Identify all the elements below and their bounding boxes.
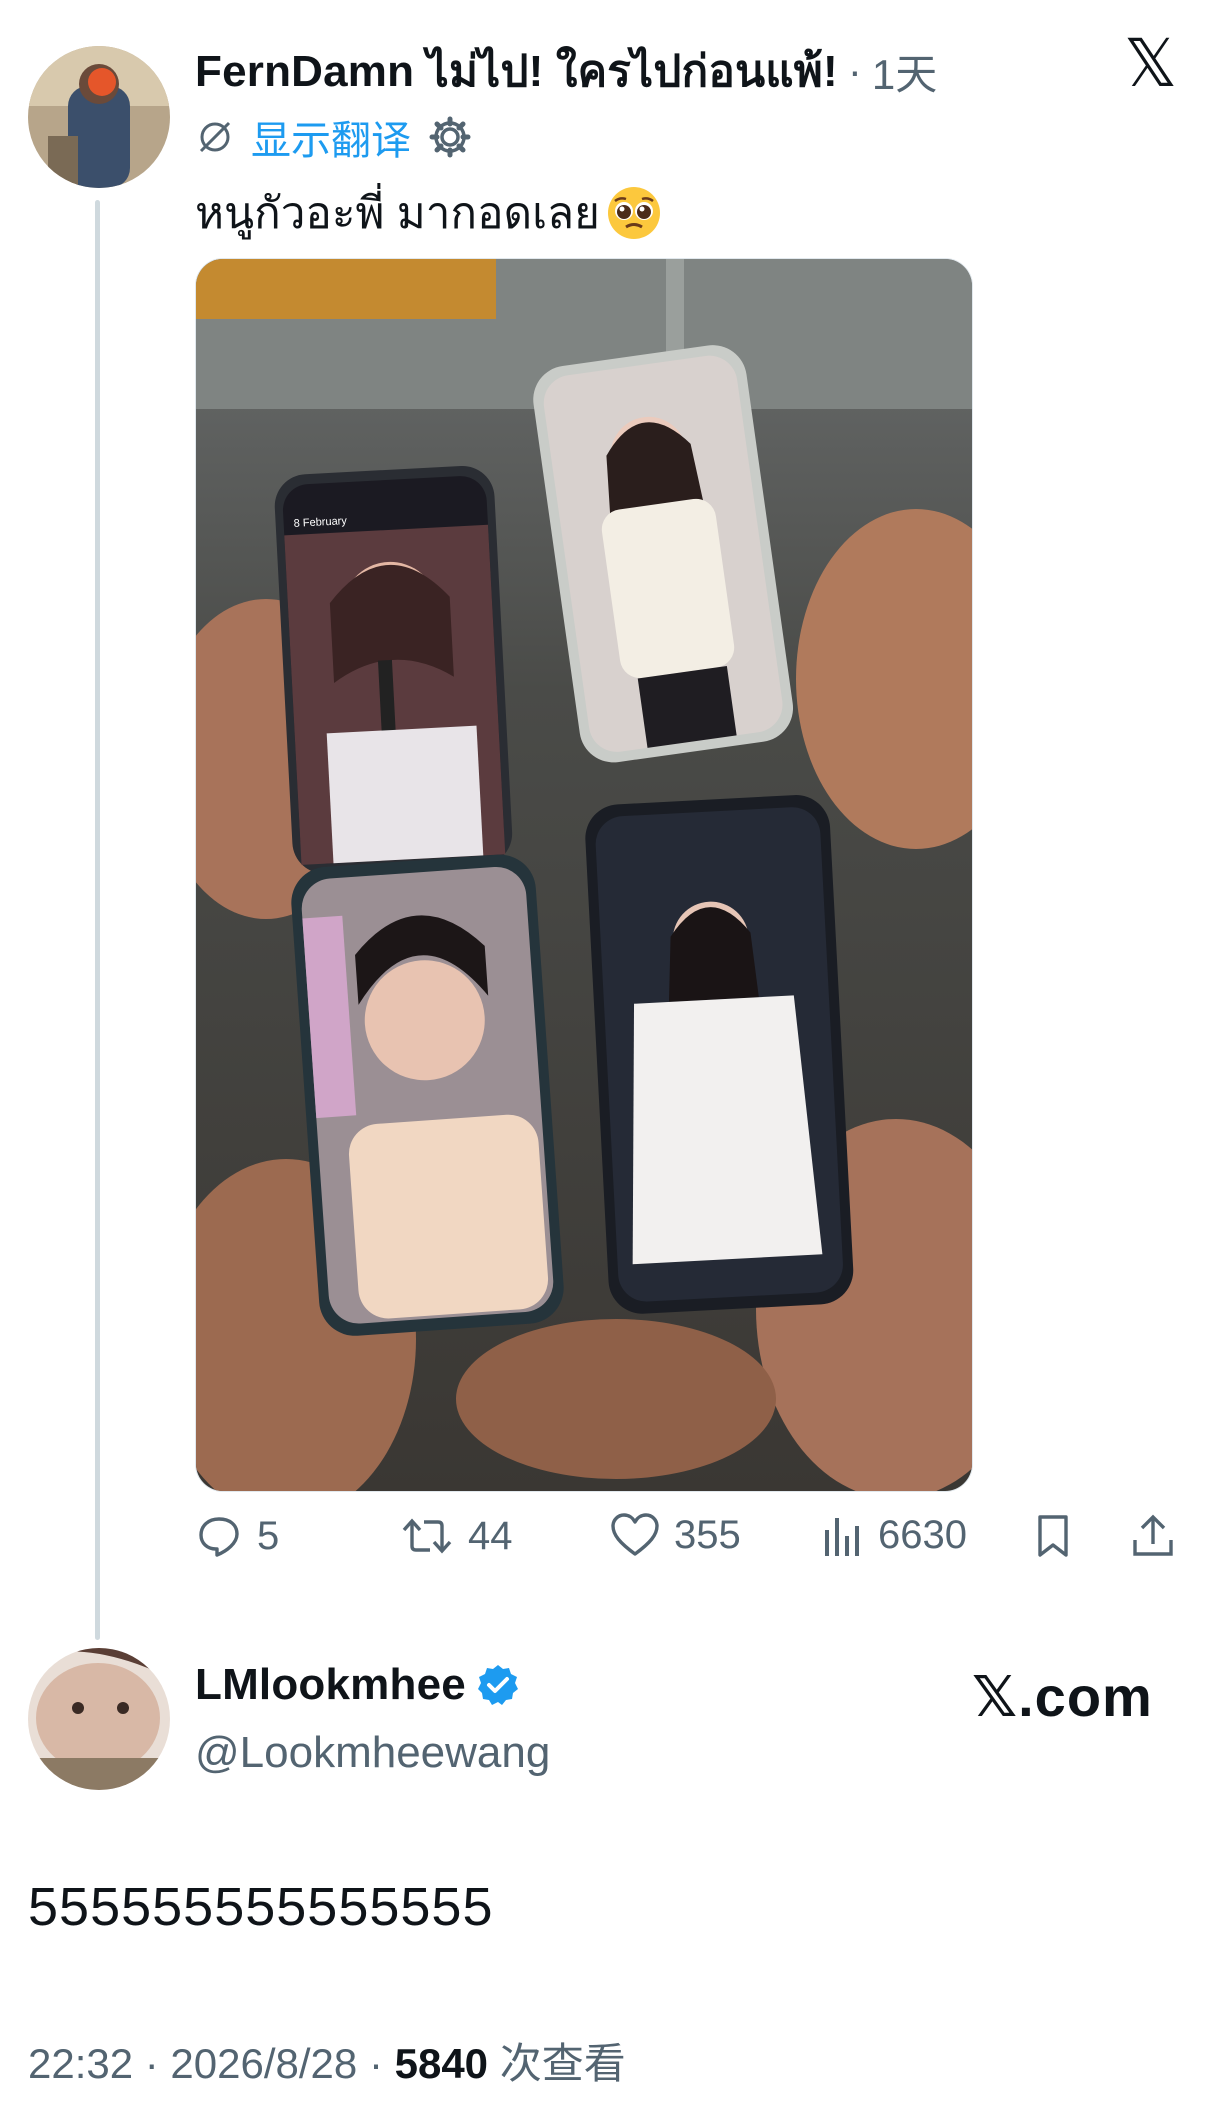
- post-view-label: 次查看: [499, 2040, 626, 2087]
- view-count: 6630: [878, 1512, 967, 1557]
- reply-handle[interactable]: @Lookmheewang: [195, 1728, 550, 1778]
- reply-button[interactable]: 5: [195, 1512, 279, 1560]
- retweet-button[interactable]: 44: [400, 1512, 513, 1560]
- post-view-count: 5840: [394, 2040, 489, 2087]
- separator: ·: [847, 47, 862, 94]
- like-button[interactable]: 355: [610, 1512, 741, 1558]
- tweet-body: หนูกัวอะพี่ มากอดเลย: [195, 189, 600, 238]
- reply-author-name[interactable]: LMlookmhee: [195, 1660, 466, 1710]
- tweet-time[interactable]: 1天: [872, 41, 937, 102]
- tweet-header: FernDamn ไม่ไป! ใครไปก่อนแพ้! · 1天: [195, 36, 937, 106]
- tweet-action-bar: 5 44 355 6630: [195, 1512, 1185, 1578]
- analytics-icon: [825, 1518, 859, 1556]
- reply-count: 5: [257, 1513, 280, 1558]
- translate-row: 显示翻译: [195, 108, 473, 166]
- reply-icon: [199, 1517, 239, 1557]
- verified-badge-icon: [477, 1665, 518, 1705]
- retweet-count: 44: [468, 1513, 513, 1558]
- x-com-brand: 𝕏.com: [972, 1665, 1153, 1728]
- no-translate-icon: [199, 121, 231, 153]
- author-name[interactable]: FernDamn ไม่ไป! ใครไปก่อนแพ้!: [195, 36, 838, 106]
- like-count: 355: [674, 1512, 741, 1557]
- avatar[interactable]: [28, 46, 170, 188]
- views-button[interactable]: 6630: [820, 1512, 967, 1558]
- post-timestamp[interactable]: 22:32 · 2026/8/28 ·: [28, 2040, 383, 2087]
- x-logo-icon[interactable]: 𝕏: [1124, 30, 1177, 96]
- bookmark-icon: [1038, 1515, 1068, 1557]
- avatar[interactable]: [28, 1648, 170, 1790]
- retweet-icon: [402, 1518, 452, 1554]
- share-button[interactable]: [1130, 1512, 1176, 1560]
- gear-icon[interactable]: [427, 114, 473, 160]
- pleading-face-emoji-icon: [607, 187, 660, 239]
- reply-text: 555555555555555: [28, 1877, 494, 1937]
- share-icon: [1133, 1514, 1173, 1556]
- post-footer: 22:32 · 2026/8/28 · 5840 次查看: [28, 2030, 626, 2091]
- tweet-media-photo[interactable]: 8 February: [195, 258, 973, 1492]
- heart-icon: [611, 1513, 659, 1556]
- show-translation-link[interactable]: 显示翻译: [251, 108, 411, 166]
- reply-header: LMlookmhee: [195, 1660, 520, 1710]
- tweet-text: หนูกัวอะพี่ มากอดเลย: [195, 178, 662, 248]
- thread-line: [95, 200, 100, 1640]
- bookmark-button[interactable]: [1033, 1512, 1073, 1560]
